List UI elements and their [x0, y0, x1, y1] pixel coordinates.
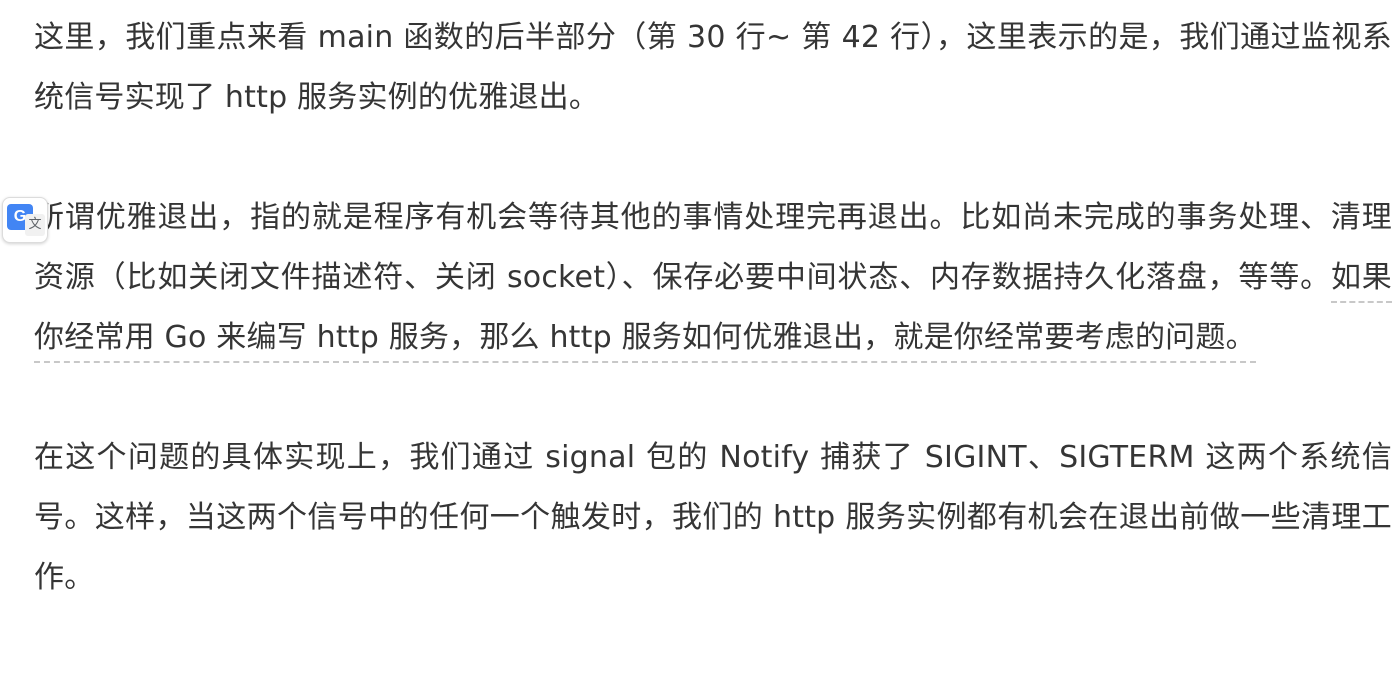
paragraph-graceful-exit-text: 所谓优雅退出，指的就是程序有机会等待其他的事情处理完再退出。比如尚未完成的事务处…: [34, 200, 1392, 295]
paragraph-graceful-exit: 所谓优雅退出，指的就是程序有机会等待其他的事情处理完再退出。比如尚未完成的事务处…: [34, 188, 1392, 368]
article-content: 这里，我们重点来看 main 函数的后半部分（第 30 行~ 第 42 行），这…: [34, 8, 1392, 608]
paragraph-main-function: 这里，我们重点来看 main 函数的后半部分（第 30 行~ 第 42 行），这…: [34, 20, 1392, 115]
paragraph-signal-notify: 在这个问题的具体实现上，我们通过 signal 包的 Notify 捕获了 SI…: [34, 440, 1392, 595]
translate-wen-glyph: 文: [25, 214, 45, 236]
google-translate-icon[interactable]: G 文: [2, 197, 48, 243]
